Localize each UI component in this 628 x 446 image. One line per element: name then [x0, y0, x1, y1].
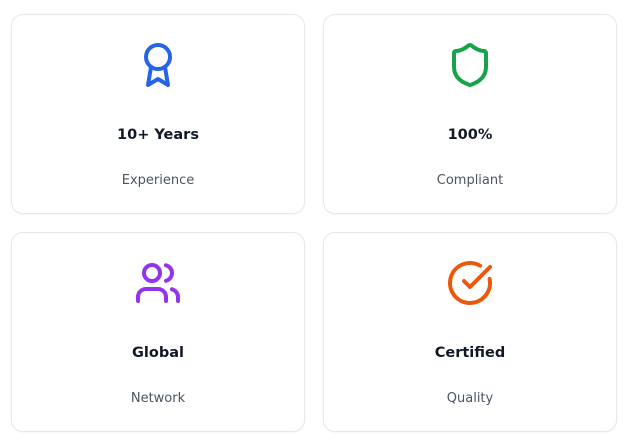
- stat-card-quality: Certified Quality: [323, 232, 617, 432]
- stat-card-compliant: 100% Compliant: [323, 14, 617, 214]
- check-circle-icon: [446, 259, 494, 307]
- award-icon: [134, 41, 182, 89]
- stat-label: Compliant: [436, 173, 504, 188]
- users-icon: [134, 259, 182, 307]
- stat-card-network: Global Network: [11, 232, 305, 432]
- stat-label: Quality: [446, 391, 494, 406]
- stat-card-experience: 10+ Years Experience: [11, 14, 305, 214]
- stat-value: 100%: [447, 127, 493, 143]
- stat-label: Experience: [121, 173, 195, 188]
- stat-value: Certified: [434, 345, 506, 361]
- stats-grid: 10+ Years Experience 100% Compliant Glob…: [0, 0, 628, 446]
- stat-label: Network: [130, 391, 186, 406]
- stat-value: 10+ Years: [117, 127, 199, 143]
- stat-value: Global: [132, 345, 184, 361]
- shield-icon: [446, 41, 494, 89]
